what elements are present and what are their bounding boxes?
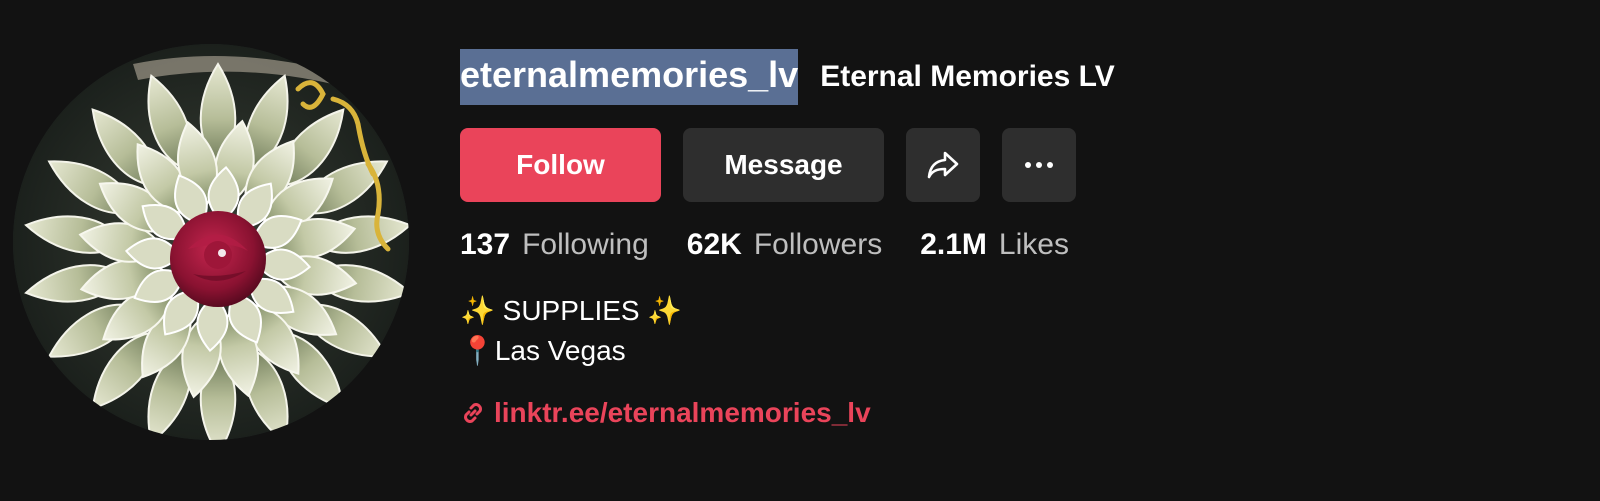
bio: ✨ SUPPLIES ✨ 📍Las Vegas: [460, 291, 682, 371]
bio-line-supplies: ✨ SUPPLIES ✨: [460, 295, 683, 326]
following-stat[interactable]: 137 Following: [460, 228, 649, 262]
profile-info: eternalmemories_lv Eternal Memories LV F…: [460, 48, 1115, 428]
bio-link-text[interactable]: linktr.ee/eternalmemories_lv: [494, 397, 871, 429]
share-arrow-icon: [926, 150, 960, 180]
more-dots-icon: [1024, 161, 1054, 169]
avatar[interactable]: [13, 44, 409, 440]
bio-link[interactable]: linktr.ee/eternalmemories_lv: [460, 397, 871, 429]
bio-line-location: 📍Las Vegas: [460, 335, 626, 366]
share-button[interactable]: [906, 128, 980, 202]
followers-count: 62K: [686, 228, 742, 261]
name-row: eternalmemories_lv Eternal Memories LV: [460, 48, 1115, 106]
username[interactable]: eternalmemories_lv: [460, 49, 799, 105]
profile-page: eternalmemories_lv Eternal Memories LV F…: [0, 0, 1600, 501]
followers-stat[interactable]: 62K Followers: [687, 228, 882, 262]
profile-stats: 137 Following 62K Followers 2.1M Likes: [460, 228, 1107, 262]
message-button[interactable]: Message: [683, 128, 884, 202]
display-name: Eternal Memories LV: [820, 60, 1115, 93]
likes-stat: 2.1M Likes: [920, 228, 1069, 262]
likes-count: 2.1M: [920, 228, 987, 261]
more-button[interactable]: [1002, 128, 1076, 202]
follow-button[interactable]: Follow: [460, 128, 661, 202]
followers-label: Followers: [753, 228, 883, 261]
money-flower-icon: [13, 44, 409, 440]
link-icon: [460, 400, 486, 426]
following-count: 137: [460, 228, 511, 261]
following-label: Following: [522, 228, 649, 261]
action-buttons: Follow Message: [460, 128, 1076, 202]
likes-label: Likes: [998, 228, 1069, 261]
